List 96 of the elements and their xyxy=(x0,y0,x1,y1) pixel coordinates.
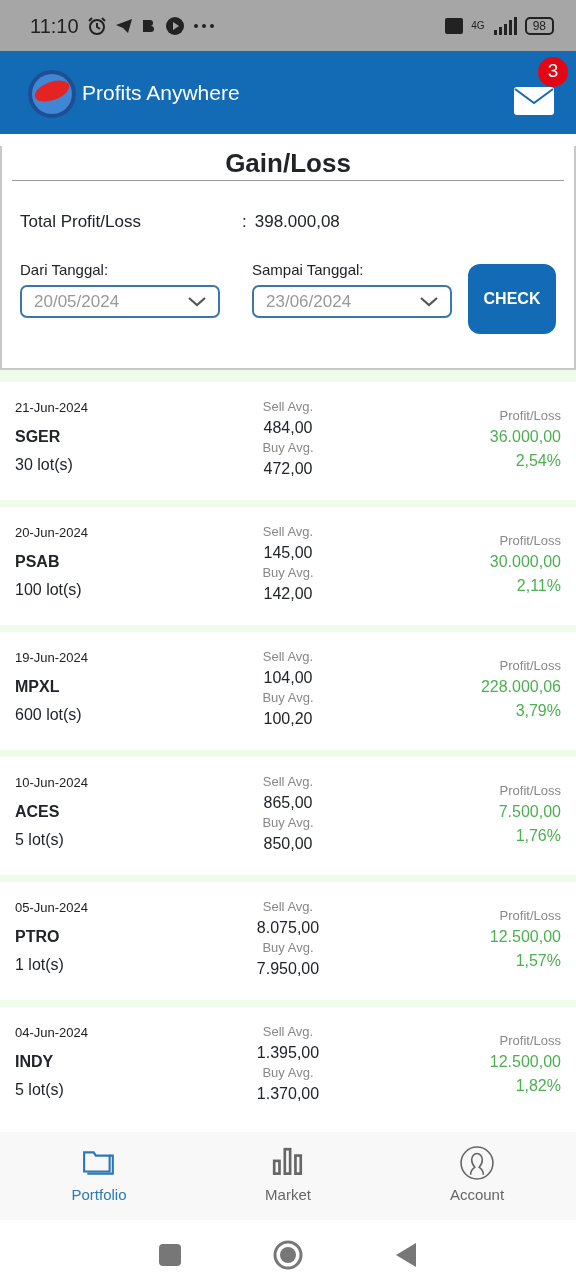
volte-icon xyxy=(445,17,464,34)
buy-avg-value: 850,00 xyxy=(262,834,314,854)
trade-date: 10-Jun-2024 xyxy=(15,774,89,792)
trade-date: 20-Jun-2024 xyxy=(15,524,89,542)
paper-plane-icon xyxy=(114,17,133,34)
buy-avg-label: Buy Avg. xyxy=(261,689,315,707)
separator: : xyxy=(242,211,247,233)
signal-icon xyxy=(492,16,517,35)
sell-avg-value: 145,00 xyxy=(262,543,314,563)
percent-value: 2,54% xyxy=(514,451,561,471)
clock-time: 11:10 xyxy=(30,13,79,39)
stock-code: MPXL xyxy=(15,676,61,697)
trade-row[interactable]: 05-Jun-2024 PTRO 1 lot(s) Sell Avg. 8.075,00 Buy Avg. 7.950,00 Profit/Loss 12.500,00 1,57% xyxy=(0,882,576,1000)
buy-avg-value: 142,00 xyxy=(262,584,314,604)
trade-row[interactable]: 19-Jun-2024 MPXL 600 lot(s) Sell Avg. 104,00 Buy Avg. 100,20 Profit/Loss 228.000,06 3,79% xyxy=(0,632,576,750)
lot-count: 100 lot(s) xyxy=(15,579,83,600)
sell-avg-label: Sell Avg. xyxy=(261,898,315,916)
sell-avg-value: 8.075,00 xyxy=(255,918,321,938)
total-label: Total Profit/Loss xyxy=(20,211,142,233)
trade-date: 05-Jun-2024 xyxy=(15,899,89,917)
stock-code: PTRO xyxy=(15,926,61,947)
trade-row[interactable]: 10-Jun-2024 ACES 5 lot(s) Sell Avg. 865,00 Buy Avg. 850,00 Profit/Loss 7.500,00 1,76% xyxy=(0,757,576,875)
check-button[interactable]: CHECK xyxy=(468,264,556,334)
profit-loss-value: 12.500,00 xyxy=(488,1052,561,1072)
total-value: 398.000,08 xyxy=(254,211,340,233)
summary-title: Gain/Loss xyxy=(12,146,564,181)
buy-avg-value: 7.950,00 xyxy=(255,959,321,979)
buy-avg-label: Buy Avg. xyxy=(261,939,315,957)
buy-avg-label: Buy Avg. xyxy=(261,814,315,832)
chevron-down-icon xyxy=(420,296,438,307)
percent-value: 1,57% xyxy=(514,951,561,971)
sell-avg-value: 1.395,00 xyxy=(255,1043,321,1063)
play-circle-icon xyxy=(164,15,185,36)
sell-avg-label: Sell Avg. xyxy=(261,648,315,666)
envelope-icon xyxy=(514,86,554,115)
percent-value: 1,82% xyxy=(514,1076,561,1096)
trade-row[interactable]: 04-Jun-2024 INDY 5 lot(s) Sell Avg. 1.395,00 Buy Avg. 1.370,00 Profit/Loss 12.500,00 1,82% xyxy=(0,1007,576,1125)
lot-count: 5 lot(s) xyxy=(15,1079,65,1100)
buy-avg-value: 1.370,00 xyxy=(255,1084,321,1104)
stock-code: ACES xyxy=(15,801,61,822)
stock-code: INDY xyxy=(15,1051,55,1072)
mail-button[interactable] xyxy=(514,86,554,115)
lot-count: 5 lot(s) xyxy=(15,829,65,850)
nav-tab[interactable]: Portfolio xyxy=(24,1144,174,1208)
battery-level: 98 xyxy=(524,16,554,35)
profit-loss-label: Profit/Loss xyxy=(498,1032,561,1050)
profit-loss-label: Profit/Loss xyxy=(498,907,561,925)
profit-loss-value: 7.500,00 xyxy=(497,802,561,822)
profit-loss-label: Profit/Loss xyxy=(498,532,561,550)
trade-row[interactable]: 21-Jun-2024 SGER 30 lot(s) Sell Avg. 484,00 Buy Avg. 472,00 Profit/Loss 36.000,00 2,54% xyxy=(0,382,576,500)
profit-loss-value: 228.000,06 xyxy=(479,677,561,697)
sell-avg-value: 104,00 xyxy=(262,668,314,688)
more-icon xyxy=(192,22,215,29)
trade-row[interactable]: 20-Jun-2024 PSAB 100 lot(s) Sell Avg. 145,00 Buy Avg. 142,00 Profit/Loss 30.000,00 2,11% xyxy=(0,507,576,625)
chevron-down-icon xyxy=(188,296,206,307)
recent-apps-icon[interactable] xyxy=(159,1244,181,1266)
percent-value: 1,76% xyxy=(514,826,561,846)
sell-avg-value: 865,00 xyxy=(262,793,314,813)
trade-date: 19-Jun-2024 xyxy=(15,649,89,667)
back-icon[interactable] xyxy=(395,1242,417,1268)
sell-avg-label: Sell Avg. xyxy=(261,773,315,791)
lot-count: 600 lot(s) xyxy=(15,704,83,725)
home-icon[interactable] xyxy=(273,1240,303,1270)
buy-avg-value: 472,00 xyxy=(262,459,314,479)
sell-avg-label: Sell Avg. xyxy=(261,398,315,416)
buy-avg-label: Buy Avg. xyxy=(261,1064,315,1082)
sell-avg-label: Sell Avg. xyxy=(261,1023,315,1041)
stock-code: PSAB xyxy=(15,551,61,572)
buy-avg-label: Buy Avg. xyxy=(261,439,315,457)
profit-loss-value: 36.000,00 xyxy=(488,427,561,447)
profit-loss-value: 30.000,00 xyxy=(488,552,561,572)
nav-tab[interactable]: Account xyxy=(402,1144,552,1208)
network-type: 4G xyxy=(471,19,485,33)
percent-value: 2,11% xyxy=(515,576,561,596)
alarm-clock-icon xyxy=(86,15,107,36)
sell-avg-label: Sell Avg. xyxy=(261,523,315,541)
user-icon xyxy=(460,1145,494,1180)
unread-badge: 3 xyxy=(538,56,568,87)
from-label: Dari Tanggal: xyxy=(20,259,110,280)
trade-date: 04-Jun-2024 xyxy=(15,1024,89,1042)
lot-count: 1 lot(s) xyxy=(15,954,65,975)
b-app-icon xyxy=(140,17,157,34)
trade-date: 21-Jun-2024 xyxy=(15,399,89,417)
sell-avg-value: 484,00 xyxy=(262,418,314,438)
app-title: Profits Anywhere xyxy=(82,79,240,106)
buy-avg-label: Buy Avg. xyxy=(261,564,315,582)
profit-loss-value: 12.500,00 xyxy=(488,927,561,947)
profit-loss-label: Profit/Loss xyxy=(498,657,561,675)
to-label: Sampai Tanggal: xyxy=(252,259,365,280)
profit-loss-label: Profit/Loss xyxy=(498,407,561,425)
profit-loss-label: Profit/Loss xyxy=(498,782,561,800)
lot-count: 30 lot(s) xyxy=(15,454,74,475)
nav-tab[interactable]: Market xyxy=(213,1144,363,1208)
buy-avg-value: 100,20 xyxy=(262,709,314,729)
stock-code: SGER xyxy=(15,426,62,447)
percent-value: 3,79% xyxy=(514,701,561,721)
